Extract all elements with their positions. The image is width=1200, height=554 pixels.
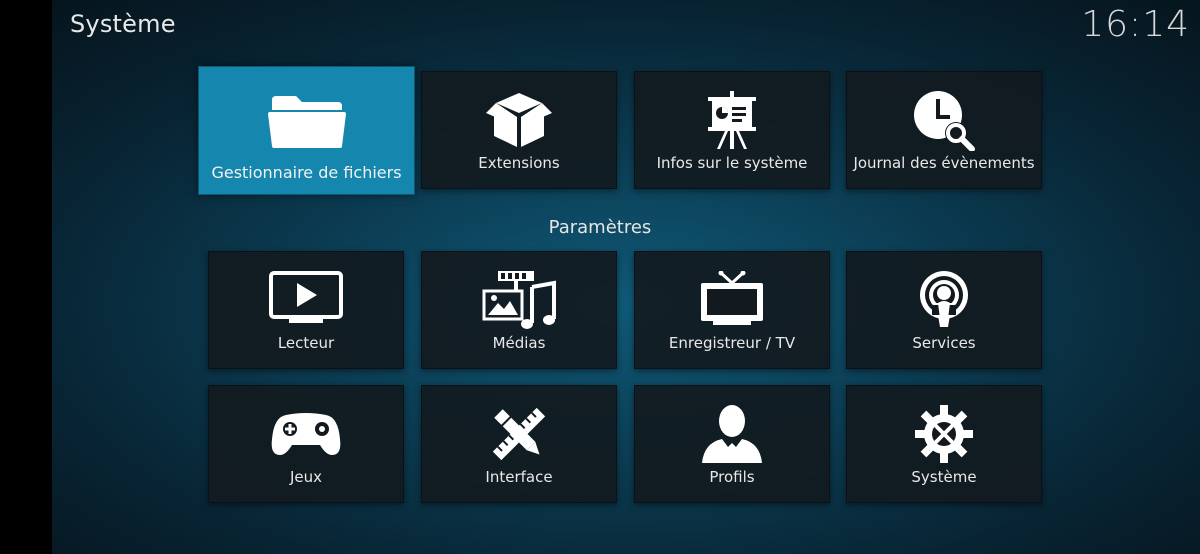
- clock: 16:14: [1081, 4, 1190, 45]
- clock-search-icon: [904, 87, 984, 153]
- tile-recorder-tv[interactable]: Enregistreur / TV: [634, 251, 830, 369]
- box-icon: [479, 87, 559, 153]
- tile-system[interactable]: Système: [846, 385, 1042, 503]
- tile-label: Lecteur: [277, 334, 335, 352]
- folder-icon: [262, 85, 352, 157]
- tile-label: Jeux: [289, 468, 323, 486]
- gear-tools-icon: [904, 401, 984, 467]
- tile-interface[interactable]: Interface: [421, 385, 617, 503]
- tile-system-info[interactable]: Infos sur le système: [634, 71, 830, 189]
- tile-player[interactable]: Lecteur: [208, 251, 404, 369]
- tile-label: Enregistreur / TV: [668, 334, 796, 352]
- monitor-play-icon: [266, 267, 346, 333]
- tile-event-log[interactable]: Journal des évènements: [846, 71, 1042, 189]
- section-title: Paramètres: [548, 217, 652, 238]
- page-title: Système: [70, 10, 176, 38]
- tile-label: Journal des évènements: [853, 154, 1035, 172]
- pencil-ruler-icon: [479, 401, 559, 467]
- tile-label: Interface: [485, 468, 553, 486]
- system-menu: Système 16:14 Gestionnaire de fichiers E…: [52, 0, 1200, 554]
- tile-label: Gestionnaire de fichiers: [211, 163, 402, 182]
- tile-media[interactable]: Médias: [421, 251, 617, 369]
- tile-label: Infos sur le système: [656, 154, 808, 172]
- tile-label: Profils: [709, 468, 755, 486]
- presentation-icon: [692, 87, 772, 153]
- tile-services[interactable]: Services: [846, 251, 1042, 369]
- tile-label: Médias: [492, 334, 546, 352]
- podcast-icon: [904, 267, 984, 333]
- tile-profiles[interactable]: Profils: [634, 385, 830, 503]
- tile-label: Services: [912, 334, 976, 352]
- tile-file-manager[interactable]: Gestionnaire de fichiers: [198, 66, 415, 195]
- media-icon: [479, 267, 559, 333]
- user-icon: [692, 401, 772, 467]
- gamepad-icon: [266, 401, 346, 467]
- tv-icon: [692, 267, 772, 333]
- tile-label: Système: [911, 468, 977, 486]
- tile-label: Extensions: [478, 154, 560, 172]
- kodi-screen: Système 16:14 Gestionnaire de fichiers E…: [0, 0, 1200, 554]
- tile-extensions[interactable]: Extensions: [421, 71, 617, 189]
- tile-games[interactable]: Jeux: [208, 385, 404, 503]
